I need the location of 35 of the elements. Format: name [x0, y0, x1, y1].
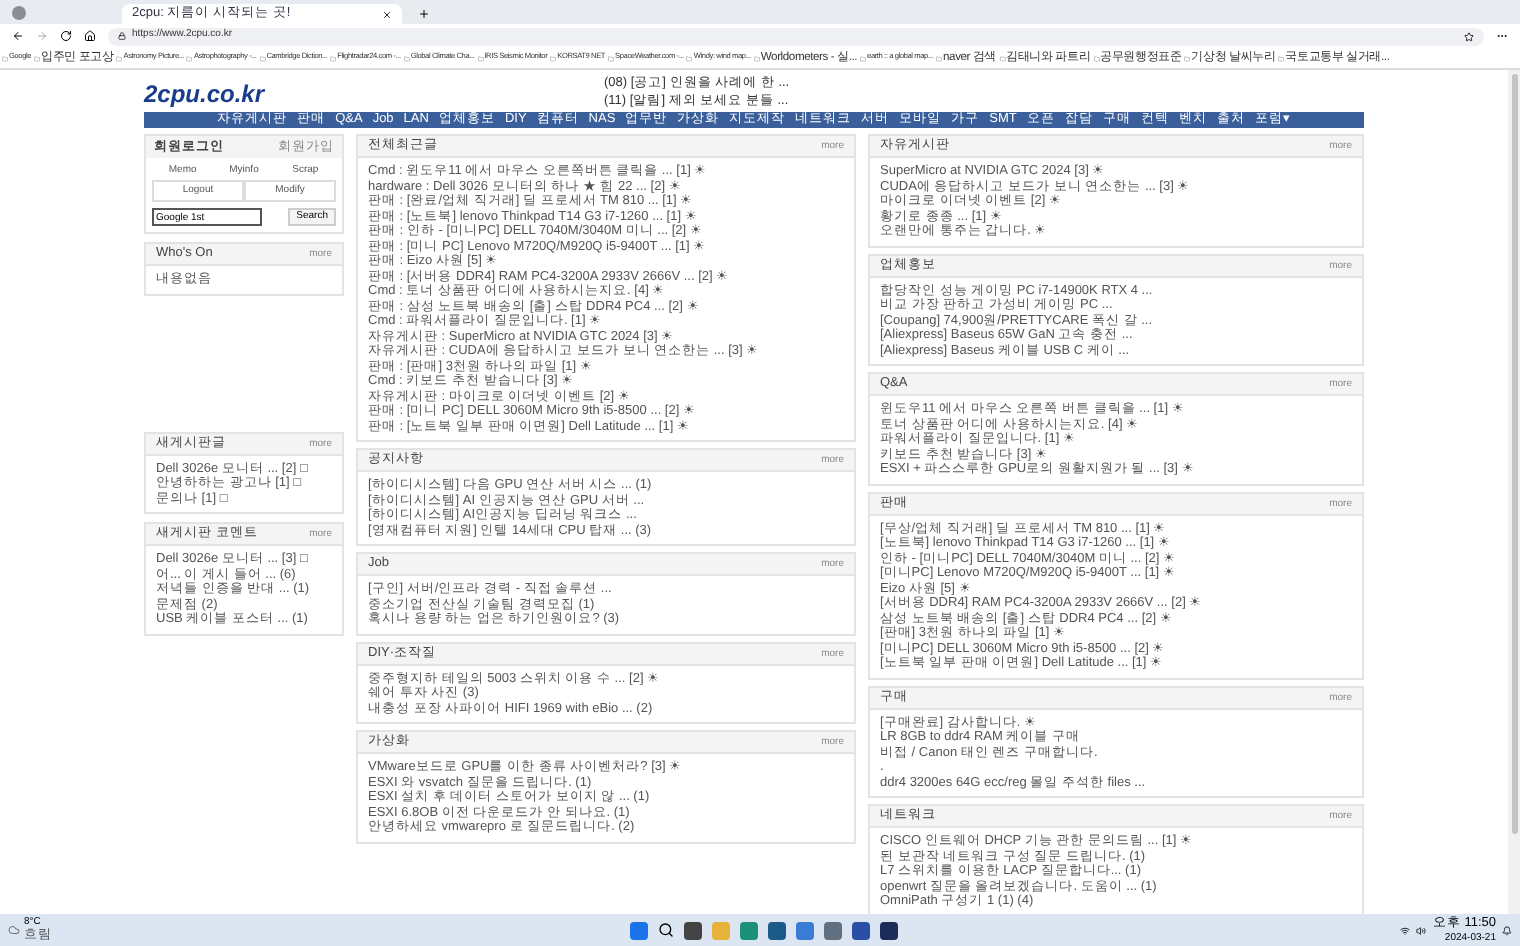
bookmark-icon — [1093, 55, 1100, 61]
search-icon[interactable] — [658, 921, 675, 937]
profile-icon[interactable] — [12, 6, 26, 20]
reload-icon[interactable] — [60, 30, 72, 42]
start-icon[interactable] — [630, 921, 649, 939]
home-icon[interactable] — [84, 30, 96, 42]
browser-icon[interactable] — [740, 921, 759, 939]
bookmark-icon — [403, 55, 410, 61]
task-view-icon[interactable] — [684, 921, 703, 939]
scrollbar[interactable] — [1508, 70, 1520, 914]
bookmark-icon — [686, 55, 693, 61]
wifi-icon[interactable] — [1400, 925, 1411, 935]
lock-icon — [118, 32, 126, 40]
site-logo[interactable]: 2cpu.co.kr — [144, 72, 384, 112]
bookmark-icon — [936, 55, 943, 61]
bookmark-icon — [477, 55, 484, 61]
bookmark-icon — [330, 55, 337, 61]
bookmark-icon — [116, 55, 123, 61]
volume-icon[interactable] — [1416, 925, 1427, 935]
back-icon[interactable] — [12, 30, 24, 42]
star-icon[interactable] — [1464, 31, 1474, 41]
bookmark-icon — [259, 55, 266, 61]
bookmark-icon — [999, 55, 1006, 61]
bookmark-icon — [2, 55, 8, 61]
new-tab-icon[interactable] — [418, 8, 430, 20]
weather-icon[interactable] — [8, 924, 20, 936]
bookmark-icon — [1278, 55, 1285, 61]
bookmark-icon — [34, 55, 41, 61]
bookmark-icon — [753, 55, 760, 61]
bookmark-icon — [550, 55, 557, 61]
bookmark-icon — [608, 55, 615, 61]
bookmark-icon — [1184, 55, 1191, 61]
notification-icon[interactable] — [1502, 925, 1512, 935]
bookmark-icon — [860, 55, 867, 61]
bookmark-icon — [186, 55, 193, 61]
